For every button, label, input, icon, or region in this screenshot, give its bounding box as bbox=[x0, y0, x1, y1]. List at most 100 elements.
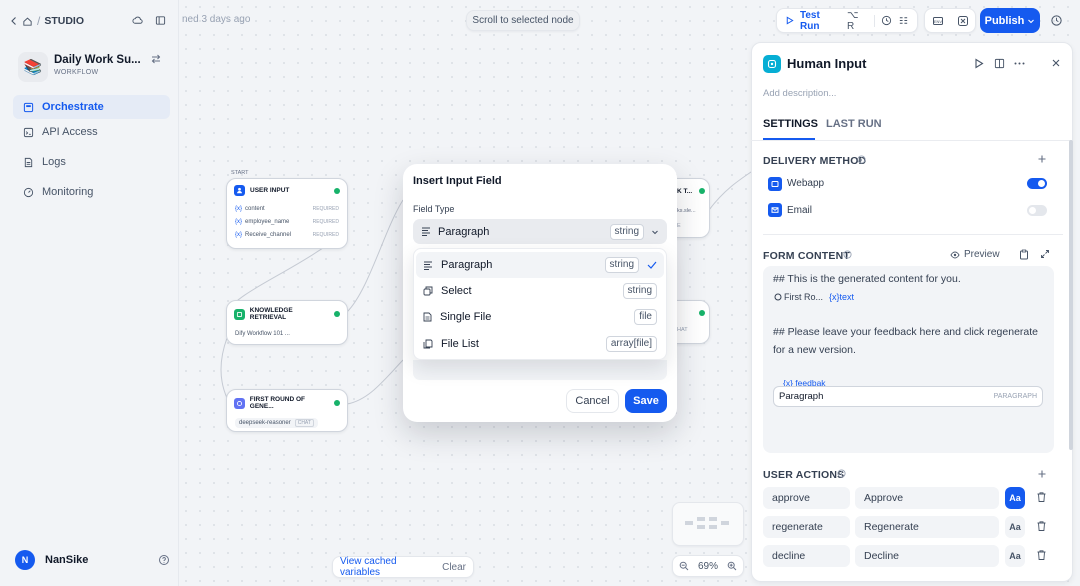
option-paragraph[interactable]: Paragraph string bbox=[416, 252, 664, 278]
app-icon: 📚 bbox=[18, 52, 48, 82]
action-id-approve[interactable]: approve bbox=[763, 487, 850, 509]
env-icon[interactable]: ENV bbox=[932, 15, 944, 27]
add-action-icon[interactable] bbox=[1037, 469, 1047, 479]
cancel-button[interactable]: Cancel bbox=[566, 389, 619, 413]
delivery-email-label: Email bbox=[787, 205, 813, 216]
test-run-button[interactable]: Test Run bbox=[800, 10, 841, 32]
panel-title[interactable]: Human Input bbox=[787, 56, 866, 71]
node-title: USER INPUT bbox=[250, 187, 290, 194]
svg-text:ENV: ENV bbox=[933, 18, 942, 23]
chevron-down-icon bbox=[1027, 17, 1035, 25]
success-dot bbox=[334, 400, 340, 406]
view-cached-link[interactable]: View cached variables bbox=[340, 556, 432, 578]
panel-scrollbar[interactable] bbox=[1069, 140, 1073, 450]
publish-button[interactable]: Publish bbox=[980, 8, 1040, 33]
breadcrumb-studio[interactable]: STUDIO bbox=[44, 15, 84, 27]
history-icon[interactable] bbox=[1050, 14, 1063, 27]
var-chip-text: {x}text bbox=[829, 292, 855, 302]
option-single-file[interactable]: Single File file bbox=[416, 304, 664, 330]
switch-icon[interactable] bbox=[150, 53, 162, 65]
app-type: WORKFLOW bbox=[54, 69, 99, 76]
file-icon bbox=[423, 312, 432, 322]
conversation-var-icon[interactable] bbox=[957, 15, 969, 27]
app-name[interactable]: Daily Work Su... bbox=[54, 54, 141, 66]
chevron-down-icon bbox=[651, 228, 659, 236]
save-button[interactable]: Save bbox=[625, 389, 667, 413]
run-node-icon[interactable] bbox=[974, 58, 984, 69]
monitoring-icon bbox=[23, 187, 34, 198]
action-id-decline[interactable]: decline bbox=[763, 545, 850, 567]
cloud-sync-icon[interactable] bbox=[132, 15, 143, 26]
tab-last-run[interactable]: LAST RUN bbox=[826, 118, 882, 130]
preview-button[interactable]: Preview bbox=[950, 249, 1000, 260]
action-id-regenerate[interactable]: regenerate bbox=[763, 516, 850, 538]
more-icon[interactable] bbox=[1014, 62, 1025, 65]
eye-icon bbox=[950, 250, 960, 260]
field-type-label: Field Type bbox=[413, 204, 455, 214]
sidebar-item-monitoring[interactable]: Monitoring bbox=[13, 180, 170, 204]
autosave-status: ned 3 days ago bbox=[182, 14, 251, 25]
form-content-title: FORM CONTENT bbox=[763, 250, 850, 262]
info-icon bbox=[857, 155, 866, 164]
check-icon bbox=[647, 261, 657, 269]
first-round-node[interactable]: FIRST ROUND OF GENE... deepseek-reasoner… bbox=[226, 389, 348, 432]
form-input-field[interactable]: Paragraph PARAGRAPH bbox=[773, 386, 1043, 407]
info-icon bbox=[843, 250, 852, 259]
zoom-level[interactable]: 69% bbox=[698, 561, 718, 572]
sidebar-toggle-icon[interactable] bbox=[155, 15, 166, 26]
action-label-approve[interactable]: Approve bbox=[855, 487, 999, 509]
email-toggle[interactable] bbox=[1027, 205, 1047, 216]
webapp-toggle[interactable] bbox=[1027, 178, 1047, 189]
start-label: START bbox=[231, 170, 249, 176]
hidden-field-under-dropdown bbox=[413, 360, 667, 380]
option-select[interactable]: Select string bbox=[416, 278, 664, 304]
webapp-icon bbox=[768, 177, 782, 191]
help-icon[interactable] bbox=[158, 554, 170, 566]
action-label-regenerate[interactable]: Regenerate bbox=[855, 516, 999, 538]
action-label-decline[interactable]: Decline bbox=[855, 545, 999, 567]
field-type-select[interactable]: Paragraph string bbox=[413, 219, 667, 244]
zoom-in-icon[interactable] bbox=[727, 561, 737, 571]
variable-row: {x} employee_name REQUIRED bbox=[235, 218, 339, 225]
trash-icon[interactable] bbox=[1036, 549, 1047, 561]
clear-link[interactable]: Clear bbox=[442, 562, 466, 573]
trash-icon[interactable] bbox=[1036, 520, 1047, 532]
button-style-icon[interactable]: Aa bbox=[1005, 487, 1025, 509]
knowledge-sub: Dify Workflow 101 ... bbox=[235, 330, 290, 337]
button-style-icon[interactable]: Aa bbox=[1005, 516, 1025, 538]
checklist-icon[interactable] bbox=[881, 15, 892, 26]
close-icon[interactable] bbox=[1051, 58, 1061, 68]
split-view-icon[interactable] bbox=[994, 58, 1005, 69]
success-dot bbox=[334, 311, 341, 317]
button-style-icon[interactable]: Aa bbox=[1005, 545, 1025, 567]
user-icon bbox=[234, 185, 245, 196]
chevron-left-icon[interactable] bbox=[10, 16, 18, 26]
paragraph-icon bbox=[421, 227, 431, 236]
success-dot bbox=[334, 187, 340, 194]
scroll-to-node-button[interactable]: Scroll to selected node bbox=[466, 10, 580, 31]
clipboard-icon[interactable] bbox=[1019, 249, 1029, 260]
sidebar-item-logs[interactable]: Logs bbox=[13, 150, 170, 174]
tab-settings[interactable]: SETTINGS bbox=[763, 118, 818, 130]
variables-icon[interactable] bbox=[898, 15, 909, 26]
form-variables: First Ro... {x}text bbox=[774, 292, 854, 302]
sidebar-item-orchestrate[interactable]: Orchestrate bbox=[13, 95, 170, 119]
email-icon bbox=[768, 203, 782, 217]
zoom-out-icon[interactable] bbox=[679, 561, 689, 571]
user-input-node[interactable]: USER INPUT {x} content REQUIRED {x} employe… bbox=[226, 178, 348, 249]
test-run-group: Test Run ⌥ R bbox=[776, 8, 918, 33]
description-input[interactable]: Add description... bbox=[763, 88, 836, 99]
knowledge-retrieval-node[interactable]: KNOWLEDGE RETRIEVAL Dify Workflow 101 ..… bbox=[226, 300, 348, 345]
variable-row: {x} Receive_channel REQUIRED bbox=[235, 231, 339, 238]
home-icon[interactable] bbox=[22, 16, 33, 27]
trash-icon[interactable] bbox=[1036, 491, 1047, 503]
option-file-list[interactable]: File List array[file] bbox=[416, 331, 664, 357]
avatar[interactable]: N bbox=[15, 550, 35, 570]
minimap[interactable] bbox=[672, 502, 744, 546]
logs-icon bbox=[23, 157, 34, 168]
user-name[interactable]: NanSike bbox=[45, 554, 88, 566]
expand-icon[interactable] bbox=[1040, 249, 1050, 259]
sidebar-item-api-access[interactable]: API Access bbox=[13, 120, 170, 144]
add-delivery-icon[interactable] bbox=[1037, 154, 1047, 164]
zoom-control: 69% bbox=[672, 555, 744, 577]
